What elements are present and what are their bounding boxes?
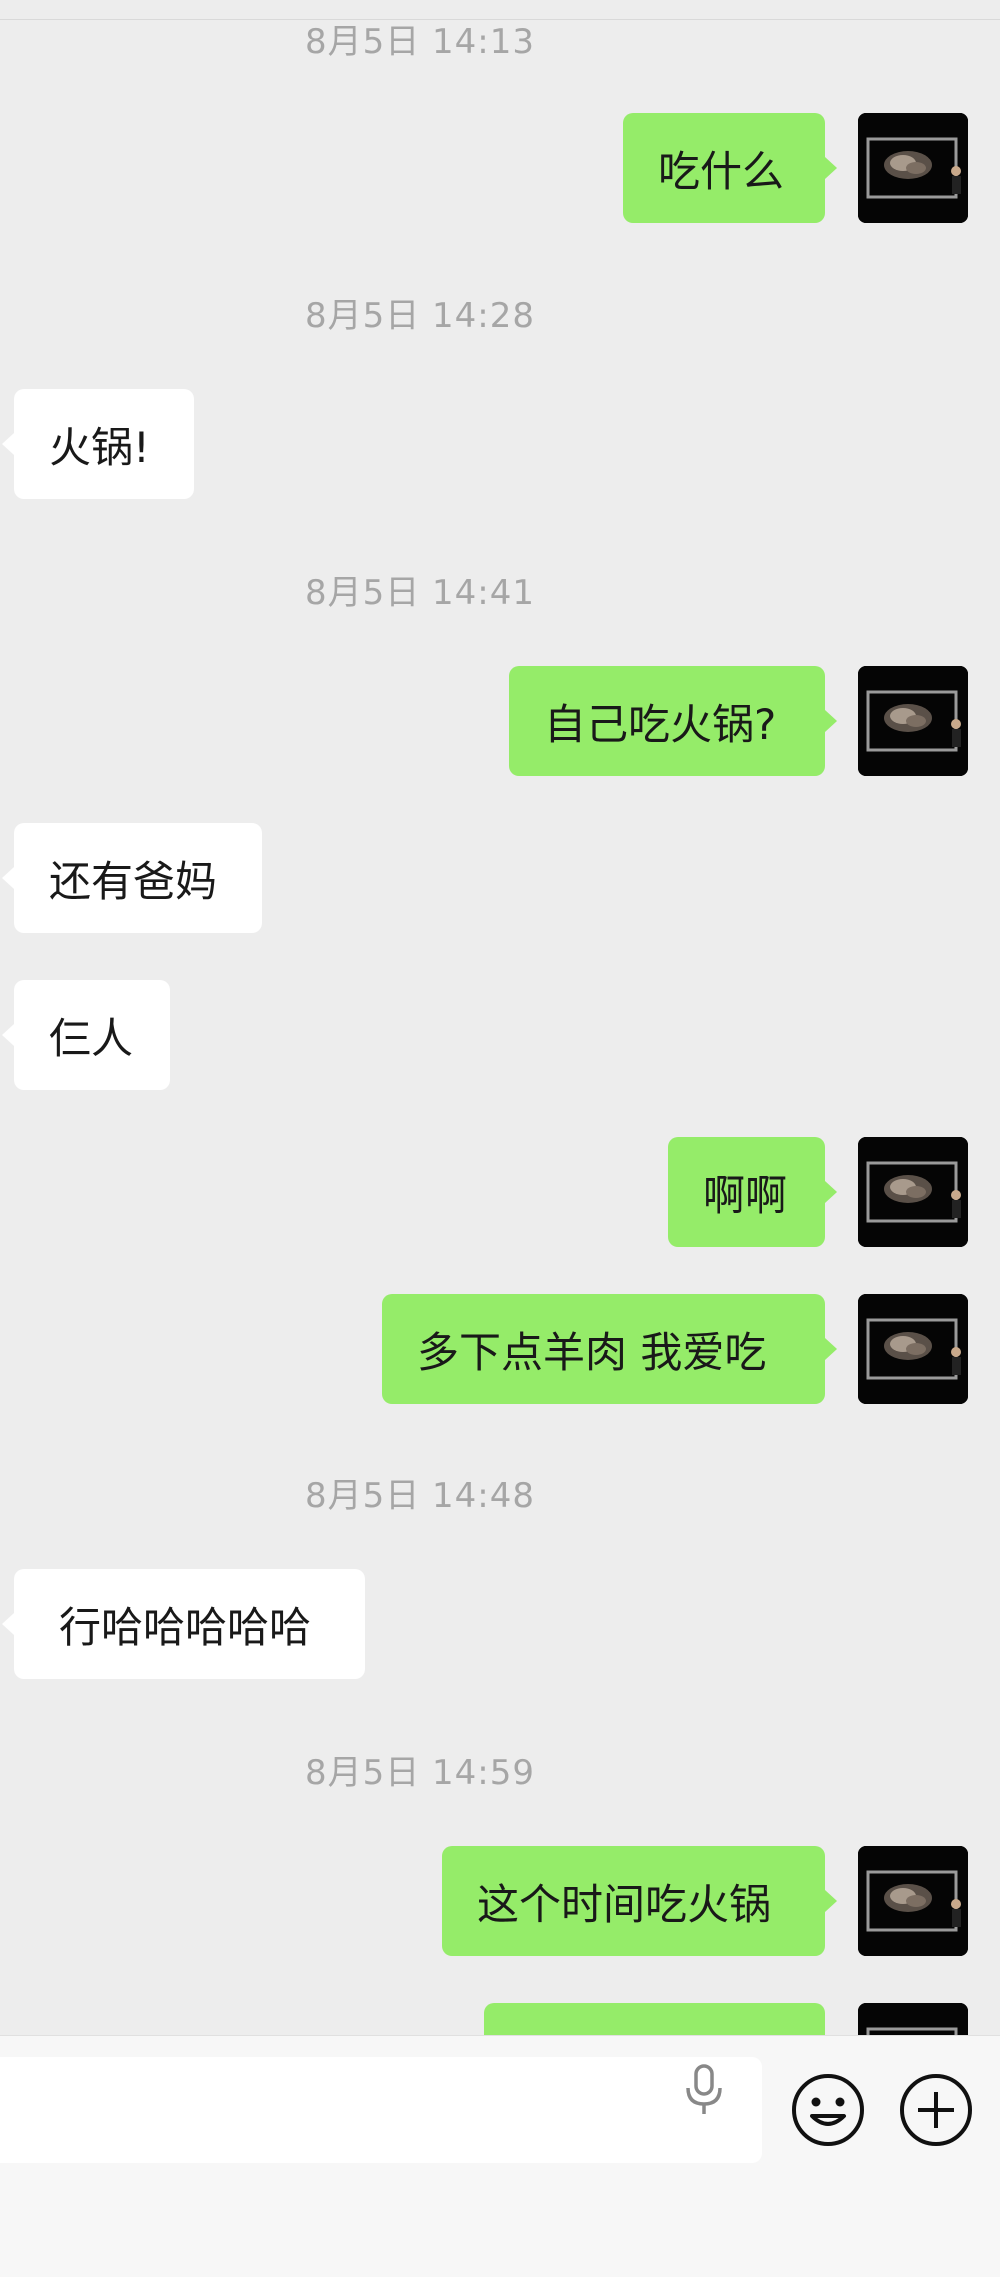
timestamp: 8月5日 14:59 <box>304 1753 536 1793</box>
message-bubble-incoming[interactable]: 还有爸妈 <box>2 823 262 933</box>
message-bubble-outgoing[interactable]: 吃什么 <box>623 113 837 223</box>
timestamp: 8月5日 14:28 <box>304 296 536 336</box>
message-bubble-outgoing[interactable]: 啊啊 <box>668 1137 837 1247</box>
avatar[interactable] <box>858 666 968 776</box>
plus-icon[interactable] <box>898 2072 974 2148</box>
timestamp: 8月5日 14:13 <box>304 22 536 62</box>
avatar-image <box>858 113 968 223</box>
message-bubble-incoming[interactable]: 行哈哈哈哈哈 <box>2 1569 365 1679</box>
message-bubble-outgoing[interactable]: 这个时间吃火锅 <box>442 1846 837 1956</box>
avatar[interactable] <box>858 1137 968 1247</box>
avatar[interactable] <box>858 1294 968 1404</box>
avatar[interactable] <box>858 1846 968 1956</box>
emoji-icon[interactable] <box>790 2072 866 2148</box>
avatar[interactable] <box>858 113 968 223</box>
message-bubble-outgoing[interactable]: 自己吃火锅? <box>509 666 837 776</box>
avatar-image <box>858 1137 968 1247</box>
mic-icon[interactable] <box>680 2062 728 2118</box>
message-bubble-outgoing[interactable]: 多下点羊肉 我爱吃 <box>382 1294 837 1404</box>
message-input[interactable] <box>0 2057 762 2163</box>
header-divider <box>0 0 1000 20</box>
timestamp: 8月5日 14:41 <box>304 573 536 613</box>
message-bubble-incoming[interactable]: 仨人 <box>2 980 170 1090</box>
message-bubble-incoming[interactable]: 火锅! <box>2 389 194 499</box>
avatar-image <box>858 666 968 776</box>
avatar-image <box>858 1846 968 1956</box>
timestamp: 8月5日 14:48 <box>304 1476 536 1516</box>
avatar-image <box>858 1294 968 1404</box>
input-bar <box>0 2035 1000 2277</box>
